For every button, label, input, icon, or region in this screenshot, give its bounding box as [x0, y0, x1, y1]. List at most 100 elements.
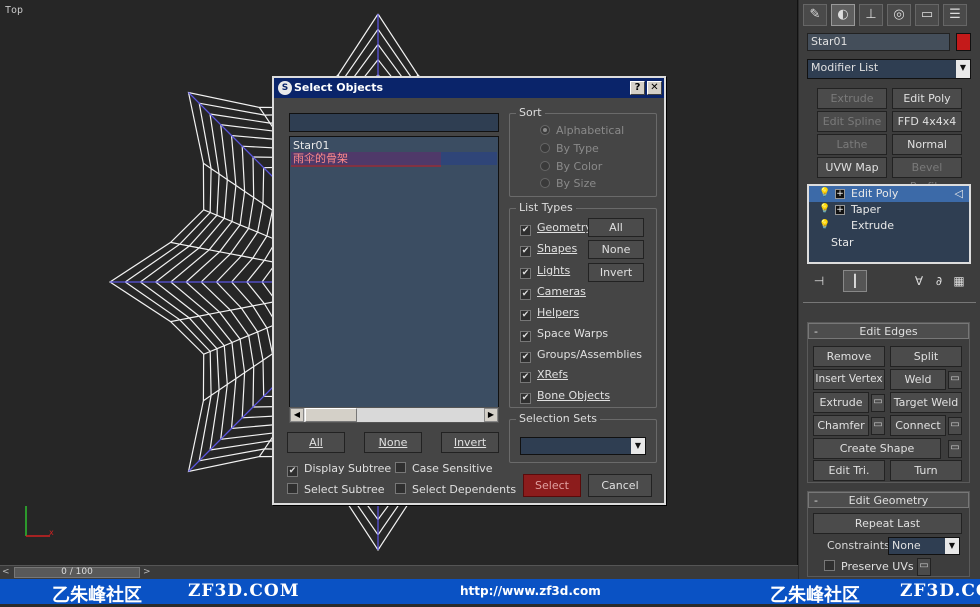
- chevron-down-icon[interactable]: ▼: [631, 438, 645, 454]
- types-invert-button[interactable]: Invert: [588, 263, 644, 282]
- checkbox-box[interactable]: ✔: [520, 225, 531, 236]
- edit-edges-header[interactable]: - Edit Edges: [808, 323, 969, 339]
- case-sensitive-checkbox[interactable]: Case Sensitive: [395, 462, 493, 475]
- collapse-minus-icon[interactable]: -: [814, 493, 818, 509]
- chevron-down-icon[interactable]: ▼: [945, 538, 959, 554]
- type-shapes-checkbox[interactable]: ✔ Shapes: [520, 242, 577, 257]
- list-item[interactable]: Star01: [291, 139, 497, 152]
- selection-sets-dropdown[interactable]: ▼: [520, 437, 646, 455]
- radio-dot[interactable]: [540, 178, 550, 188]
- constraints-dropdown[interactable]: None ▼: [888, 537, 960, 555]
- modifier-edit-poly-button[interactable]: Edit Poly: [892, 88, 962, 109]
- help-button[interactable]: ?: [630, 81, 645, 95]
- create-tab-icon[interactable]: ✎: [803, 4, 827, 26]
- checkbox-box[interactable]: ✔: [520, 331, 531, 342]
- checkbox-box[interactable]: ✔: [287, 466, 298, 477]
- weld-button[interactable]: Weld: [890, 369, 946, 390]
- modifier-stack[interactable]: 💡 + Edit Poly ◁ 💡 + Taper 💡 Extrude Star: [807, 184, 971, 264]
- checkbox-box[interactable]: ✔: [520, 310, 531, 321]
- display-tab-icon[interactable]: ▭: [915, 4, 939, 26]
- create-shape-button[interactable]: Create Shape: [813, 438, 941, 459]
- list-all-button[interactable]: All: [287, 432, 345, 453]
- turn-button[interactable]: Turn: [890, 460, 962, 481]
- scroll-right-arrow-icon[interactable]: ▶: [484, 408, 498, 422]
- time-slider-bar[interactable]: < 0 / 100 >: [0, 565, 798, 579]
- stack-item-extrude[interactable]: 💡 Extrude: [809, 218, 969, 234]
- insert-vertex-button[interactable]: Insert Vertex: [813, 369, 885, 390]
- target-weld-button[interactable]: Target Weld: [890, 392, 962, 413]
- modifier-normal-button[interactable]: Normal: [892, 134, 962, 155]
- remove-button[interactable]: Remove: [813, 346, 885, 367]
- checkbox-box[interactable]: ✔: [520, 393, 531, 404]
- stack-item-edit-poly[interactable]: 💡 + Edit Poly ◁: [809, 186, 969, 202]
- chevron-down-icon[interactable]: ▼: [956, 60, 970, 78]
- horizontal-scrollbar[interactable]: ◀ ▶: [289, 407, 499, 423]
- lightbulb-icon[interactable]: 💡: [819, 188, 830, 199]
- type-groups-checkbox[interactable]: ✔ Groups/Assemblies: [520, 348, 642, 363]
- weld-settings-icon[interactable]: ▭: [948, 371, 962, 389]
- object-name-field[interactable]: Star01: [807, 33, 950, 51]
- checkbox-box[interactable]: ✔: [520, 246, 531, 257]
- sort-alphabetical-radio[interactable]: Alphabetical: [540, 124, 624, 137]
- preserve-uvs-checkbox[interactable]: Preserve UVs: [824, 560, 914, 573]
- type-lights-checkbox[interactable]: ✔ Lights: [520, 264, 570, 279]
- edit-geometry-header[interactable]: - Edit Geometry: [808, 492, 969, 508]
- type-space-warps-checkbox[interactable]: ✔ Space Warps: [520, 327, 608, 342]
- motion-tab-icon[interactable]: ◎: [887, 4, 911, 26]
- configure-sets-icon[interactable]: ▦: [947, 270, 971, 292]
- modify-tab-icon[interactable]: ◐: [831, 4, 855, 26]
- time-prev-arrow[interactable]: <: [2, 567, 10, 577]
- select-button[interactable]: Select: [523, 474, 581, 497]
- time-slider-thumb[interactable]: 0 / 100: [14, 567, 140, 578]
- checkbox-box[interactable]: [287, 483, 298, 494]
- modifier-uvw-map-button[interactable]: UVW Map: [817, 157, 887, 178]
- scroll-left-arrow-icon[interactable]: ◀: [290, 408, 304, 422]
- expand-plus-icon[interactable]: +: [835, 189, 845, 199]
- checkbox-box[interactable]: ✔: [520, 268, 531, 279]
- types-none-button[interactable]: None: [588, 240, 644, 259]
- checkbox-box[interactable]: ✔: [520, 372, 531, 383]
- modifier-extrude-button[interactable]: Extrude: [817, 88, 887, 109]
- object-color-swatch[interactable]: [956, 33, 971, 51]
- chamfer-button[interactable]: Chamfer: [813, 415, 869, 436]
- modifier-lathe-button[interactable]: Lathe: [817, 134, 887, 155]
- type-cameras-checkbox[interactable]: ✔ Cameras: [520, 285, 586, 300]
- type-helpers-checkbox[interactable]: ✔ Helpers: [520, 306, 579, 321]
- types-all-button[interactable]: All: [588, 218, 644, 237]
- modifier-ffd-button[interactable]: FFD 4x4x4: [892, 111, 962, 132]
- lightbulb-icon[interactable]: 💡: [819, 204, 830, 215]
- preserve-uvs-settings-icon[interactable]: ▭: [917, 558, 931, 576]
- sort-by-type-radio[interactable]: By Type: [540, 142, 599, 155]
- dialog-titlebar[interactable]: S Select Objects ? ✕: [274, 78, 664, 98]
- expand-plus-icon[interactable]: +: [835, 205, 845, 215]
- collapse-minus-icon[interactable]: -: [814, 324, 818, 340]
- utilities-tab-icon[interactable]: ☰: [943, 4, 967, 26]
- type-geometry-checkbox[interactable]: ✔ Geometry: [520, 221, 592, 236]
- stack-item-star[interactable]: Star: [809, 235, 969, 251]
- hierarchy-tab-icon[interactable]: ⊥: [859, 4, 883, 26]
- type-xrefs-checkbox[interactable]: ✔ XRefs: [520, 368, 568, 383]
- radio-dot[interactable]: [540, 143, 550, 153]
- select-dependents-checkbox[interactable]: Select Dependents: [395, 483, 516, 496]
- checkbox-box[interactable]: ✔: [520, 289, 531, 300]
- list-invert-button[interactable]: Invert: [441, 432, 499, 453]
- filter-input[interactable]: [289, 113, 499, 132]
- connect-button[interactable]: Connect: [890, 415, 946, 436]
- modifier-bevel-profile-button[interactable]: Bevel Profile: [892, 157, 962, 193]
- radio-dot[interactable]: [540, 161, 550, 171]
- list-none-button[interactable]: None: [364, 432, 422, 453]
- split-button[interactable]: Split: [890, 346, 962, 367]
- connect-settings-icon[interactable]: ▭: [948, 417, 962, 435]
- checkbox-box[interactable]: [824, 560, 835, 571]
- time-next-arrow[interactable]: >: [143, 567, 151, 577]
- display-subtree-checkbox[interactable]: ✔ Display Subtree: [287, 462, 391, 477]
- sort-by-color-radio[interactable]: By Color: [540, 160, 602, 173]
- chamfer-settings-icon[interactable]: ▭: [871, 417, 885, 435]
- modifier-list-dropdown[interactable]: Modifier List ▼: [807, 59, 971, 79]
- checkbox-box[interactable]: ✔: [520, 352, 531, 363]
- extrude-button[interactable]: Extrude: [813, 392, 869, 413]
- cancel-button[interactable]: Cancel: [588, 474, 652, 497]
- modifier-edit-spline-button[interactable]: Edit Spline: [817, 111, 887, 132]
- create-shape-settings-icon[interactable]: ▭: [948, 440, 962, 458]
- type-bone-objects-checkbox[interactable]: ✔ Bone Objects: [520, 389, 610, 404]
